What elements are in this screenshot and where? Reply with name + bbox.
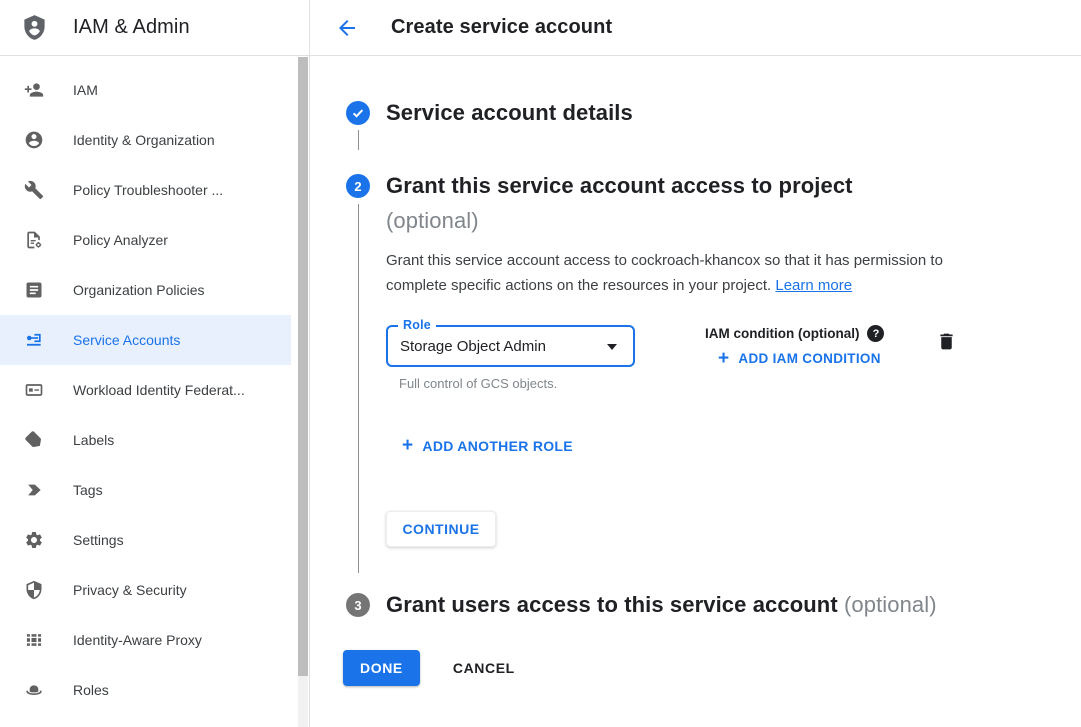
question-mark-icon[interactable]: ? [867, 325, 884, 342]
sidebar-item-label: Policy Troubleshooter ... [73, 182, 223, 198]
sidebar-item-privacy-security[interactable]: Privacy & Security [0, 565, 291, 615]
sidebar-item-policy-analyzer[interactable]: Policy Analyzer [0, 215, 291, 265]
step-2-rail: 2 [346, 168, 370, 581]
proxy-firewall-icon [24, 630, 44, 650]
delete-role-button[interactable] [936, 331, 957, 352]
step-3-number-circle: 3 [346, 593, 370, 617]
sidebar-item-label: Identity-Aware Proxy [73, 632, 202, 648]
form-actions: DONE CANCEL [343, 650, 1051, 686]
sidebar-scrollbar [298, 57, 308, 727]
step-2-optional-label: (optional) [386, 208, 479, 233]
step-2-title: Grant this service account access to pro… [386, 168, 1051, 238]
step-connector-line [358, 130, 359, 150]
iam-condition-block: IAM condition (optional) ? + ADD IAM CON… [705, 325, 884, 366]
sidebar-nav: IAM Identity & Organization Policy Troub… [0, 56, 309, 715]
sidebar-item-label: Privacy & Security [73, 582, 187, 598]
person-circle-icon [24, 130, 44, 150]
check-icon [351, 106, 365, 120]
step-2-grant-access: 2 Grant this service account access to p… [346, 168, 1051, 581]
role-helper-text: Full control of GCS objects. [386, 376, 635, 391]
sidebar-item-label: Identity & Organization [73, 132, 215, 148]
gear-icon [24, 530, 44, 550]
tag-arrow-icon [24, 480, 44, 500]
caret-down-icon [607, 344, 617, 350]
add-iam-condition-button[interactable]: + ADD IAM CONDITION [718, 351, 881, 366]
sidebar-item-label: Settings [73, 532, 124, 548]
sidebar: IAM & Admin IAM Identity & Organization [0, 0, 310, 727]
sidebar-item-label: Organization Policies [73, 282, 205, 298]
person-add-icon [24, 80, 44, 100]
sidebar-item-identity-organization[interactable]: Identity & Organization [0, 115, 291, 165]
role-select[interactable]: Role Storage Object Admin [386, 325, 635, 367]
app-window: IAM & Admin IAM Identity & Organization [0, 0, 1081, 727]
sidebar-item-tags[interactable]: Tags [0, 465, 291, 515]
role-field: Role Storage Object Admin Full control o… [386, 325, 635, 391]
page-title: Create service account [391, 16, 612, 39]
step-3-title: Grant users access to this service accou… [386, 593, 937, 617]
arrow-back-icon [335, 16, 359, 40]
sidebar-item-iam[interactable]: IAM [0, 65, 291, 115]
sidebar-item-service-accounts[interactable]: Service Accounts [0, 315, 291, 365]
step-1-completed-circle [346, 101, 370, 125]
scrollbar-thumb[interactable] [298, 57, 308, 676]
step-1-rail [346, 101, 370, 150]
plus-icon: + [718, 352, 729, 366]
sidebar-item-labels[interactable]: Labels [0, 415, 291, 465]
sidebar-item-label: Policy Analyzer [73, 232, 168, 248]
role-select-label: Role [398, 318, 436, 332]
product-title: IAM & Admin [73, 16, 190, 39]
sidebar-item-label: Workload Identity Federat... [73, 382, 245, 398]
trash-icon [936, 331, 957, 352]
sidebar-item-identity-aware-proxy[interactable]: Identity-Aware Proxy [0, 615, 291, 665]
learn-more-link[interactable]: Learn more [775, 277, 852, 294]
sidebar-item-label: Service Accounts [73, 332, 180, 348]
shield-half-icon [24, 580, 44, 600]
done-button[interactable]: DONE [343, 650, 420, 686]
cancel-button[interactable]: CANCEL [453, 660, 515, 676]
sidebar-item-policy-troubleshooter[interactable]: Policy Troubleshooter ... [0, 165, 291, 215]
role-select-value: Storage Object Admin [400, 338, 546, 355]
wrench-icon [24, 180, 44, 200]
step-2-number-circle: 2 [346, 174, 370, 198]
hat-icon [24, 680, 44, 700]
role-row: Role Storage Object Admin Full control o… [386, 325, 1051, 391]
step-3-grant-users-access: 3 Grant users access to this service acc… [346, 593, 1051, 617]
label-tag-icon [24, 430, 44, 450]
shield-person-icon [21, 14, 48, 41]
sidebar-item-label: Labels [73, 432, 114, 448]
service-account-key-icon [24, 330, 44, 350]
sidebar-item-workload-identity-federation[interactable]: Workload Identity Federat... [0, 365, 291, 415]
sidebar-item-roles[interactable]: Roles [0, 665, 291, 715]
step-2-description: Grant this service account access to coc… [386, 248, 986, 298]
wizard-content: Service account details 2 Grant this ser… [310, 56, 1081, 686]
page-header: Create service account [310, 0, 1081, 56]
iam-condition-label: IAM condition (optional) [705, 326, 859, 341]
sidebar-item-settings[interactable]: Settings [0, 515, 291, 565]
identity-card-icon [24, 380, 44, 400]
continue-button[interactable]: CONTINUE [386, 511, 496, 547]
step-2-body: Grant this service account access to coc… [386, 248, 1051, 581]
document-lines-icon [24, 280, 44, 300]
back-button[interactable] [335, 16, 359, 40]
plus-icon: + [402, 439, 413, 453]
sidebar-item-organization-policies[interactable]: Organization Policies [0, 265, 291, 315]
main-panel: Create service account Service account d… [310, 0, 1081, 727]
document-gear-icon [24, 230, 44, 250]
sidebar-item-label: Tags [73, 482, 103, 498]
step-1-title: Service account details [386, 101, 1051, 125]
step-connector-line [358, 204, 359, 573]
sidebar-item-label: Roles [73, 682, 109, 698]
add-another-role-button[interactable]: + ADD ANOTHER ROLE [402, 438, 573, 454]
sidebar-item-label: IAM [73, 82, 98, 98]
sidebar-header: IAM & Admin [0, 0, 309, 56]
step-1-service-account-details: Service account details [346, 101, 1051, 150]
